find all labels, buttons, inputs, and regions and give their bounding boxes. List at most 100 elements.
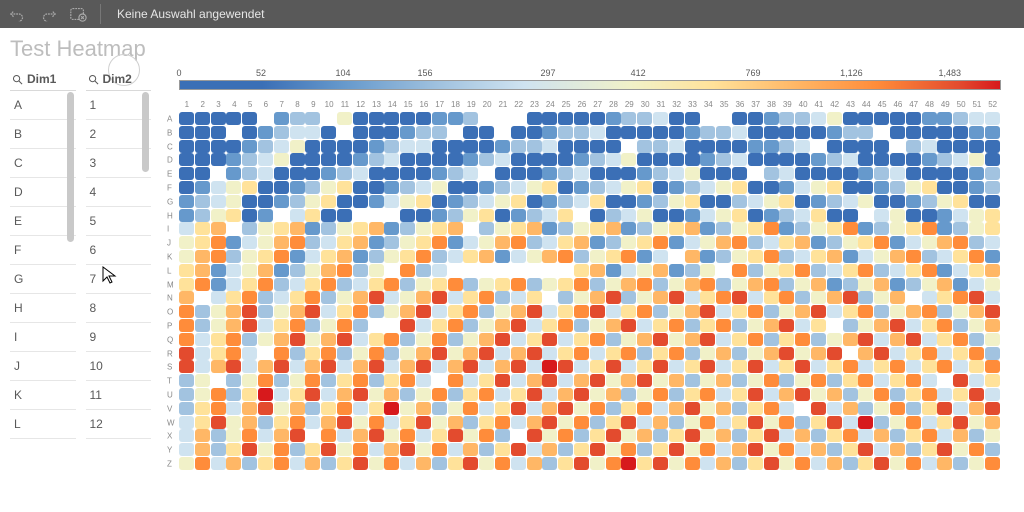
heatmap-cell[interactable] (432, 236, 447, 249)
heatmap-cell[interactable] (621, 416, 636, 429)
heatmap-cell[interactable] (195, 167, 210, 180)
heatmap-cell[interactable] (511, 305, 526, 318)
heatmap-cell[interactable] (211, 457, 226, 470)
heatmap-cell[interactable] (637, 429, 652, 442)
heatmap-cell[interactable] (369, 374, 384, 387)
heatmap-cell[interactable] (400, 388, 415, 401)
heatmap-cell[interactable] (874, 236, 889, 249)
heatmap-cell[interactable] (542, 222, 557, 235)
heatmap-cell[interactable] (732, 140, 747, 153)
heatmap-cell[interactable] (732, 112, 747, 125)
heatmap-cell[interactable] (669, 416, 684, 429)
heatmap-cell[interactable] (274, 181, 289, 194)
heatmap-cell[interactable] (337, 140, 352, 153)
heatmap-cell[interactable] (463, 250, 478, 263)
heatmap-cell[interactable] (732, 278, 747, 291)
heatmap-cell[interactable] (874, 222, 889, 235)
heatmap-cell[interactable] (858, 443, 873, 456)
heatmap-cell[interactable] (226, 291, 241, 304)
heatmap-cell[interactable] (732, 333, 747, 346)
heatmap-cell[interactable] (558, 140, 573, 153)
heatmap-cell[interactable] (669, 402, 684, 415)
heatmap-cell[interactable] (716, 416, 731, 429)
heatmap-cell[interactable] (463, 305, 478, 318)
heatmap-cell[interactable] (937, 333, 952, 346)
heatmap-cell[interactable] (290, 181, 305, 194)
heatmap-cell[interactable] (305, 291, 320, 304)
heatmap-cell[interactable] (179, 209, 194, 222)
heatmap-cell[interactable] (416, 153, 431, 166)
heatmap-cell[interactable] (274, 443, 289, 456)
heatmap-cell[interactable] (495, 291, 510, 304)
heatmap-cell[interactable] (290, 153, 305, 166)
heatmap-cell[interactable] (305, 209, 320, 222)
heatmap-cell[interactable] (811, 347, 826, 360)
heatmap-cell[interactable] (527, 374, 542, 387)
heatmap-cell[interactable] (843, 222, 858, 235)
heatmap-cell[interactable] (843, 140, 858, 153)
heatmap-cell[interactable] (795, 153, 810, 166)
heatmap-cell[interactable] (558, 126, 573, 139)
heatmap-cell[interactable] (463, 278, 478, 291)
heatmap-cell[interactable] (653, 250, 668, 263)
heatmap-cell[interactable] (953, 126, 968, 139)
heatmap-cell[interactable] (874, 264, 889, 277)
heatmap-cell[interactable] (321, 222, 336, 235)
heatmap-cell[interactable] (369, 278, 384, 291)
heatmap-cell[interactable] (937, 416, 952, 429)
heatmap-cell[interactable] (511, 457, 526, 470)
heatmap-cell[interactable] (226, 429, 241, 442)
heatmap-cell[interactable] (637, 236, 652, 249)
heatmap-cell[interactable] (511, 347, 526, 360)
heatmap-cell[interactable] (384, 195, 399, 208)
heatmap-cell[interactable] (321, 347, 336, 360)
heatmap-cell[interactable] (511, 443, 526, 456)
heatmap-cell[interactable] (353, 181, 368, 194)
heatmap-cell[interactable] (716, 195, 731, 208)
heatmap-cell[interactable] (764, 140, 779, 153)
heatmap-cell[interactable] (353, 153, 368, 166)
heatmap-cell[interactable] (448, 319, 463, 332)
heatmap-cell[interactable] (922, 388, 937, 401)
heatmap-cell[interactable] (463, 374, 478, 387)
heatmap-cell[interactable] (337, 333, 352, 346)
heatmap-cell[interactable] (242, 126, 257, 139)
heatmap-cell[interactable] (463, 126, 478, 139)
heatmap-cell[interactable] (827, 429, 842, 442)
heatmap-cell[interactable] (937, 112, 952, 125)
heatmap-cell[interactable] (795, 305, 810, 318)
dim1-header[interactable]: Dim1 (10, 68, 76, 91)
heatmap-cell[interactable] (827, 209, 842, 222)
heatmap-cell[interactable] (384, 250, 399, 263)
heatmap-cell[interactable] (827, 181, 842, 194)
heatmap-cell[interactable] (653, 443, 668, 456)
heatmap-cell[interactable] (305, 250, 320, 263)
heatmap-cell[interactable] (321, 250, 336, 263)
heatmap-cell[interactable] (669, 153, 684, 166)
heatmap-cell[interactable] (858, 153, 873, 166)
heatmap-cell[interactable] (321, 278, 336, 291)
heatmap-cell[interactable] (527, 126, 542, 139)
heatmap-cell[interactable] (637, 402, 652, 415)
heatmap-cell[interactable] (985, 236, 1000, 249)
heatmap-cell[interactable] (985, 388, 1000, 401)
heatmap-cell[interactable] (700, 209, 715, 222)
heatmap-cell[interactable] (732, 250, 747, 263)
heatmap-cell[interactable] (590, 388, 605, 401)
heatmap-cell[interactable] (748, 347, 763, 360)
heatmap-cell[interactable] (448, 250, 463, 263)
heatmap-cell[interactable] (463, 360, 478, 373)
heatmap-cell[interactable] (179, 388, 194, 401)
heatmap-cell[interactable] (811, 360, 826, 373)
heatmap-cell[interactable] (874, 360, 889, 373)
step-back-icon[interactable] (6, 3, 30, 25)
heatmap-cell[interactable] (606, 222, 621, 235)
heatmap-cell[interactable] (258, 305, 273, 318)
heatmap-cell[interactable] (827, 333, 842, 346)
heatmap-cell[interactable] (811, 278, 826, 291)
heatmap-cell[interactable] (195, 416, 210, 429)
heatmap-cell[interactable] (558, 374, 573, 387)
heatmap-cell[interactable] (637, 305, 652, 318)
heatmap-cell[interactable] (653, 222, 668, 235)
heatmap-cell[interactable] (669, 126, 684, 139)
